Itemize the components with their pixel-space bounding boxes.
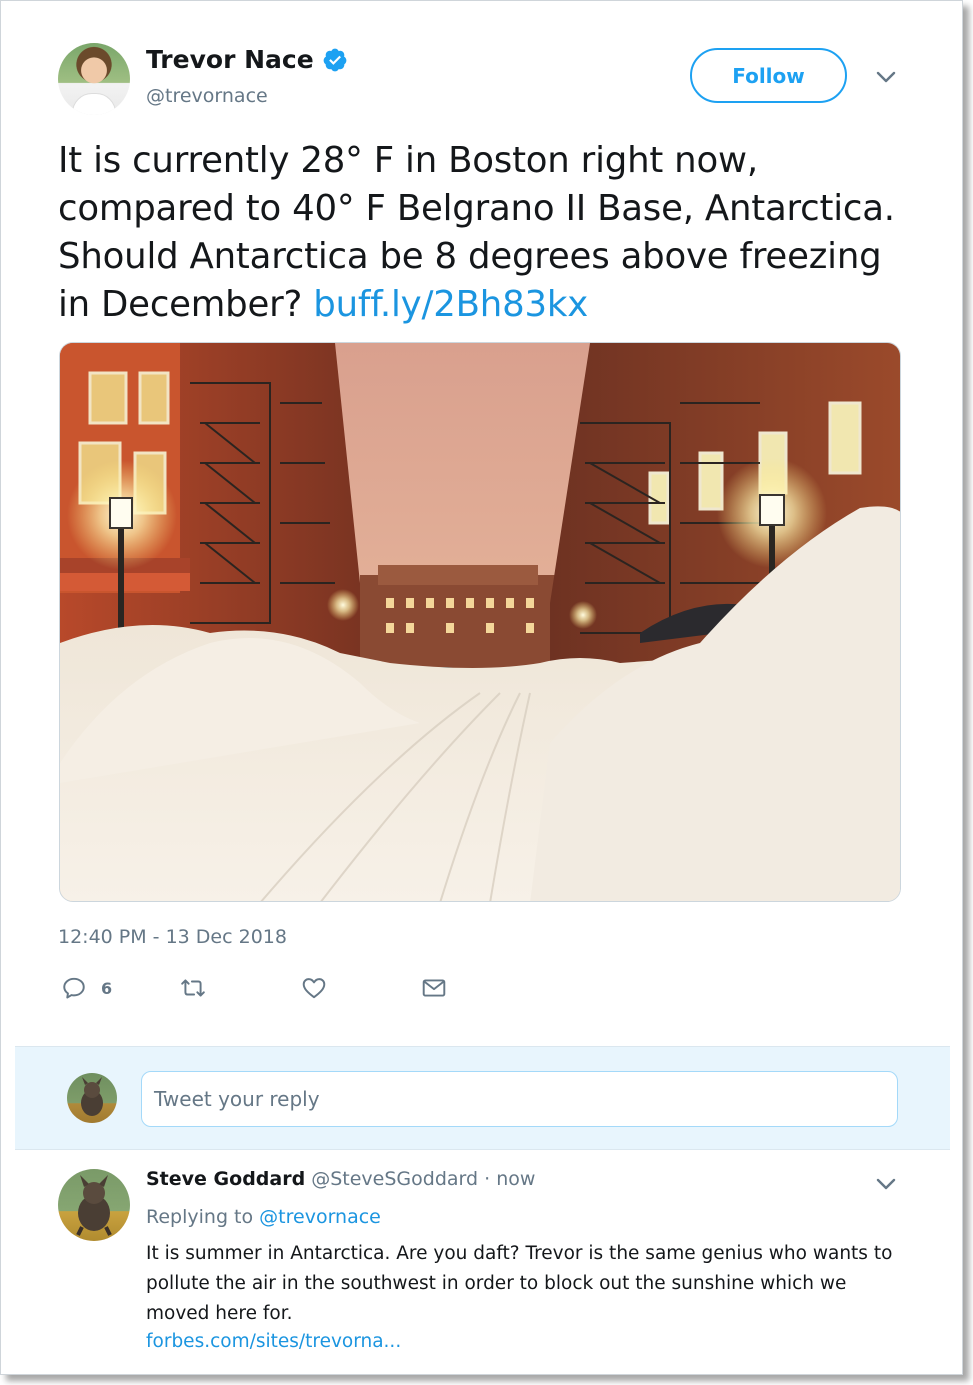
dm-action[interactable] — [421, 975, 447, 1001]
verified-badge-icon — [323, 48, 347, 71]
reply-action[interactable]: 6 — [61, 975, 112, 1001]
reply-time[interactable]: now — [496, 1168, 535, 1190]
avatar-shirt — [72, 93, 116, 115]
tweet-text: It is currently 28° F in Boston right no… — [58, 137, 918, 329]
current-user-avatar[interactable] — [67, 1073, 117, 1123]
reply-tweet[interactable]: Steve Goddard @SteveSGoddard · now Reply… — [1, 1151, 962, 1374]
like-action[interactable] — [301, 975, 327, 1001]
heart-icon[interactable] — [301, 975, 327, 1001]
snowy-street-image — [60, 343, 900, 901]
reply-author-handle[interactable]: @SteveSGoddard — [311, 1168, 478, 1190]
dog-avatar-image — [76, 1175, 112, 1236]
reply-input[interactable]: Tweet your reply — [141, 1071, 898, 1127]
dog-avatar-image — [81, 1077, 103, 1116]
replying-to-handle[interactable]: @trevornace — [259, 1206, 381, 1228]
author-display-name[interactable]: Trevor Nace — [146, 45, 314, 74]
reply-composer: Tweet your reply — [15, 1046, 950, 1150]
reply-author-avatar[interactable] — [58, 1169, 130, 1241]
chevron-down-icon[interactable] — [875, 69, 897, 85]
reply-count: 6 — [101, 978, 113, 998]
retweet-icon[interactable] — [180, 975, 206, 1001]
author-name-row: Trevor Nace — [146, 45, 348, 74]
retweet-action[interactable] — [180, 975, 206, 1001]
reply-author-name[interactable]: Steve Goddard — [146, 1168, 305, 1190]
reply-icon[interactable] — [61, 975, 87, 1001]
replying-to-line: Replying to @trevornace — [146, 1206, 381, 1228]
reply-separator: · — [484, 1168, 491, 1190]
reply-text: It is summer in Antarctica. Are you daft… — [146, 1243, 893, 1324]
tweet-timestamp[interactable]: 12:40 PM - 13 Dec 2018 — [58, 926, 287, 948]
author-handle[interactable]: @trevornace — [146, 85, 268, 107]
replying-to-prefix: Replying to — [146, 1206, 254, 1228]
envelope-icon[interactable] — [421, 975, 447, 1001]
follow-button[interactable]: Follow — [690, 48, 847, 103]
chevron-down-icon[interactable] — [875, 1176, 897, 1192]
author-avatar[interactable] — [58, 43, 130, 115]
reply-link[interactable]: forbes.com/sites/trevorna... — [146, 1331, 401, 1352]
tweet-link[interactable]: buff.ly/2Bh83kx — [313, 284, 588, 325]
reply-header: Steve Goddard @SteveSGoddard · now — [146, 1168, 535, 1190]
tweet-photo[interactable] — [59, 342, 901, 902]
tweet-card: Trevor Nace @trevornace Follow It is cur… — [0, 0, 963, 1375]
